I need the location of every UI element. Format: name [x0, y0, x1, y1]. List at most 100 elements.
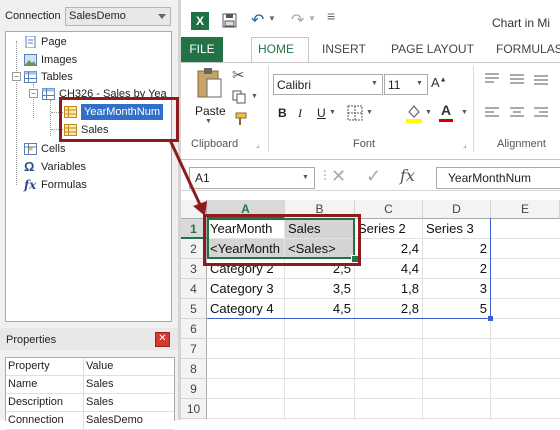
tab-file[interactable]: FILE [181, 37, 223, 62]
align-middle-icon[interactable] [509, 72, 525, 86]
align-center-icon[interactable] [509, 106, 525, 120]
property-name: Description [8, 396, 64, 408]
cell-c1[interactable]: Series 2 [355, 219, 423, 239]
cell-c4[interactable]: 1,8 [355, 279, 423, 299]
align-bottom-icon[interactable] [533, 72, 549, 86]
align-right-icon[interactable] [533, 106, 549, 120]
cell-b4[interactable]: 3,5 [285, 279, 355, 299]
undo-icon[interactable]: ↶ [251, 10, 264, 30]
fill-handle[interactable] [351, 255, 359, 263]
column-header-c[interactable]: C [355, 200, 423, 219]
paste-label[interactable]: Paste [195, 104, 226, 118]
chevron-down-icon[interactable]: ▼ [205, 118, 212, 125]
formula-input[interactable]: YearMonthNum [436, 167, 560, 189]
cell-c3[interactable]: 4,4 [355, 259, 423, 279]
cell-d2[interactable]: 2 [423, 239, 491, 259]
table-icon [42, 88, 55, 100]
divider [83, 358, 84, 375]
tab-formulas[interactable]: FORMULAS [496, 42, 560, 56]
cell-a5[interactable]: Category 4 [207, 299, 285, 319]
chevron-down-icon[interactable]: ▼ [308, 14, 316, 23]
property-row[interactable]: Description Sales [6, 394, 174, 412]
divider [83, 376, 84, 393]
copy-icon[interactable] [232, 90, 246, 104]
row-header[interactable]: 9 [181, 379, 207, 399]
property-row[interactable]: Connection SalesDemo [6, 412, 174, 430]
fill-color-icon[interactable] [405, 103, 423, 123]
cell-b5[interactable]: 4,5 [285, 299, 355, 319]
collapse-toggle[interactable]: − [12, 72, 21, 81]
dialog-launcher-icon[interactable]: ⌟ [463, 140, 467, 149]
column-header-a[interactable]: A [207, 200, 285, 219]
name-box[interactable]: A1 ▼ [189, 167, 315, 189]
tab-insert[interactable]: INSERT [322, 42, 366, 56]
row-header[interactable]: 5 [181, 299, 207, 319]
cell-d1[interactable]: Series 3 [423, 219, 491, 239]
properties-header: Properties [0, 328, 178, 350]
grow-font-icon[interactable]: A▲ [431, 75, 447, 90]
chevron-down-icon[interactable]: ▼ [251, 93, 258, 100]
tab-page-layout[interactable]: PAGE LAYOUT [391, 42, 474, 56]
connection-select[interactable]: SalesDemo [65, 7, 171, 26]
cell-b3[interactable]: 2,5 [285, 259, 355, 279]
cell-c2[interactable]: 2,4 [355, 239, 423, 259]
bold-button[interactable]: B [278, 106, 287, 120]
cell-b2[interactable]: <Sales> [285, 239, 355, 259]
row-header[interactable]: 7 [181, 339, 207, 359]
font-name-select[interactable]: Calibri ▼ [273, 74, 383, 95]
dialog-launcher-icon[interactable]: ⌟ [256, 140, 260, 149]
column-header-d[interactable]: D [423, 200, 491, 219]
font-color-button[interactable]: A [441, 102, 451, 118]
select-all-corner[interactable] [181, 200, 207, 219]
cell-d3[interactable]: 2 [423, 259, 491, 279]
row-header[interactable]: 4 [181, 279, 207, 299]
cell-a3[interactable]: Category 2 [207, 259, 285, 279]
tab-home[interactable]: HOME [258, 42, 294, 56]
italic-button[interactable]: I [298, 106, 302, 121]
row-header[interactable]: 1 [181, 219, 207, 239]
chevron-down-icon[interactable]: ▼ [461, 109, 468, 116]
property-row[interactable]: Name Sales [6, 376, 174, 394]
font-group-label: Font [353, 138, 376, 150]
cell-d4[interactable]: 3 [423, 279, 491, 299]
chevron-down-icon [158, 14, 166, 19]
chevron-down-icon[interactable]: ▼ [268, 14, 276, 23]
enter-icon[interactable]: ✓ [366, 166, 381, 187]
insert-function-icon[interactable]: fx [400, 166, 415, 185]
connection-label: Connection [5, 10, 61, 22]
row-header[interactable]: 3 [181, 259, 207, 279]
row-header[interactable]: 10 [181, 399, 207, 419]
cell-c5[interactable]: 2,8 [355, 299, 423, 319]
borders-icon[interactable] [347, 105, 363, 121]
align-left-icon[interactable] [484, 106, 500, 120]
row-header[interactable]: 6 [181, 319, 207, 339]
tree-label: Images [41, 54, 78, 66]
chevron-down-icon[interactable]: ▼ [425, 109, 432, 116]
align-top-icon[interactable] [484, 72, 500, 86]
underline-button[interactable]: U [317, 106, 326, 120]
row-header[interactable]: 2 [181, 239, 207, 259]
row-header[interactable]: 8 [181, 359, 207, 379]
cancel-icon[interactable]: ✕ [331, 166, 346, 187]
cell-b1[interactable]: Sales [285, 219, 355, 239]
format-painter-icon[interactable] [233, 112, 247, 126]
cell-a4[interactable]: Category 3 [207, 279, 285, 299]
chevron-down-icon[interactable]: ▼ [329, 109, 336, 116]
chevron-down-icon[interactable]: ▼ [366, 109, 373, 116]
customize-toolbar-icon[interactable]: ≡ [327, 8, 335, 24]
paste-icon[interactable] [195, 67, 223, 101]
redo-icon[interactable]: ↷ [291, 10, 304, 30]
column-header-e[interactable]: E [491, 200, 560, 219]
cell-a1[interactable]: YearMonth [207, 219, 285, 239]
collapse-toggle[interactable]: − [29, 89, 38, 98]
cut-icon[interactable]: ✂ [232, 66, 245, 84]
resize-handle[interactable] [488, 316, 493, 321]
save-icon[interactable] [222, 13, 237, 28]
cell-a2[interactable]: <YearMonth [207, 239, 285, 259]
font-size-select[interactable]: 11 ▼ [384, 74, 428, 95]
excel-logo-icon: X [191, 12, 209, 30]
property-value: SalesDemo [86, 414, 143, 426]
column-header-b[interactable]: B [285, 200, 355, 219]
close-icon[interactable]: ✕ [155, 332, 170, 347]
cell-d5[interactable]: 5 [423, 299, 491, 319]
